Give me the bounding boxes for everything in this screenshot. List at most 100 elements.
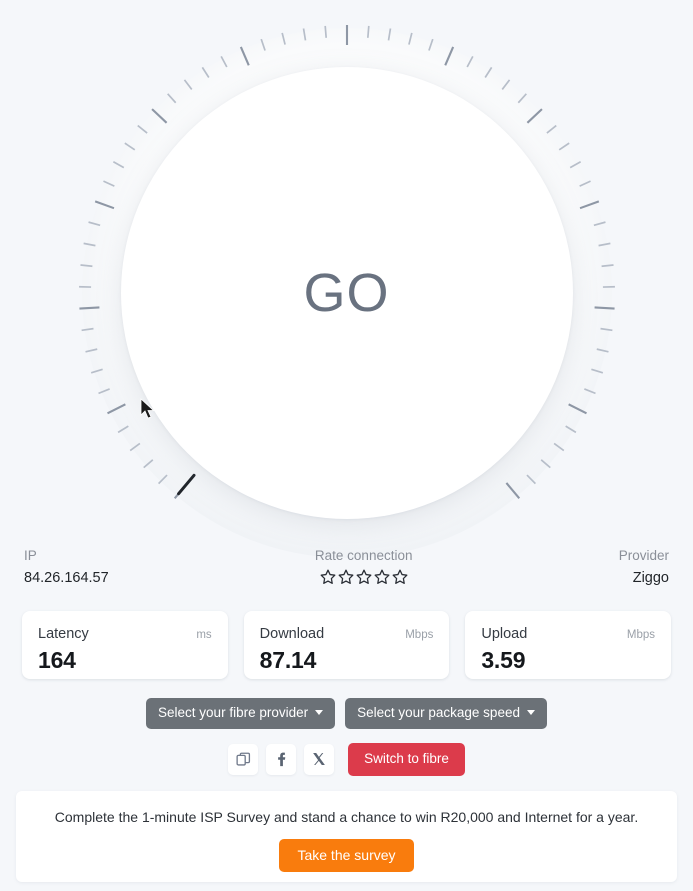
metric-value: 3.59: [481, 647, 526, 673]
gauge-minor-tick: [427, 38, 434, 51]
gauge-minor-tick: [569, 160, 581, 169]
gauge-minor-tick: [601, 264, 614, 268]
gauge-minor-tick: [578, 180, 591, 187]
gauge-minor-tick: [129, 442, 140, 452]
gauge-minor-tick: [366, 25, 370, 38]
metric-label: Download: [259, 626, 325, 642]
gauge-minor-tick: [280, 32, 286, 45]
gauge-minor-tick: [553, 442, 564, 452]
gauge-minor-tick: [590, 368, 603, 374]
metric-unit: ms: [196, 629, 212, 641]
rate-connection-label: Rate connection: [314, 548, 413, 563]
provider-value: Ziggo: [632, 570, 669, 586]
gauge-major-tick: [567, 403, 587, 415]
gauge-minor-tick: [558, 142, 570, 151]
gauge-minor-tick: [136, 124, 148, 134]
metric-card-download: Download Mbps 87.14: [243, 611, 450, 679]
gauge-dial: GO: [67, 13, 627, 573]
metric-card-upload: Upload Mbps 3.59: [465, 611, 672, 679]
facebook-icon: [277, 752, 285, 766]
metric-value: 87.14: [259, 647, 317, 673]
gauge-minor-tick: [80, 327, 94, 332]
share-actions-row: Switch to fibre: [0, 743, 693, 776]
fibre-provider-dropdown[interactable]: Select your fibre provider: [146, 698, 336, 729]
provider-label: Provider: [618, 548, 669, 563]
go-button-label: GO: [303, 263, 390, 323]
rate-connection-block: Rate connection: [109, 546, 619, 585]
gauge-minor-tick: [183, 79, 192, 90]
fibre-selector-row: Select your fibre provider Select your pa…: [0, 698, 693, 729]
gauge-needle: [176, 473, 196, 496]
star-icon[interactable]: [392, 569, 408, 585]
dropdown-label: Select your fibre provider: [158, 705, 309, 720]
gauge-minor-tick: [596, 348, 609, 353]
gauge-minor-tick: [259, 38, 266, 51]
gauge-minor-tick: [593, 221, 606, 227]
star-icon[interactable]: [374, 569, 390, 585]
metric-card-latency: Latency ms 164: [22, 611, 228, 679]
chevron-down-icon: [526, 710, 535, 716]
gauge-minor-tick: [387, 28, 391, 41]
gauge-minor-tick: [117, 425, 129, 434]
isp-survey-banner: Complete the 1-minute ISP Survey and sta…: [16, 791, 677, 882]
star-icon[interactable]: [338, 569, 354, 585]
gauge-minor-tick: [583, 388, 596, 395]
copy-result-button[interactable]: [228, 743, 259, 775]
metric-unit: Mbps: [405, 629, 434, 641]
connection-info-row: IP 84.26.164.57 Rate connection Provider…: [0, 546, 693, 594]
provider-info-block: Provider Ziggo: [619, 546, 669, 588]
metric-card-header: Upload Mbps: [481, 625, 655, 644]
gauge-minor-tick: [166, 93, 176, 104]
gauge-minor-tick: [79, 264, 92, 268]
gauge-minor-tick: [599, 327, 613, 332]
chevron-down-icon: [315, 710, 324, 716]
gauge-minor-tick: [157, 474, 168, 485]
gauge-minor-tick: [123, 142, 135, 151]
gauge-minor-tick: [564, 425, 576, 434]
metric-card-header: Download Mbps: [260, 625, 434, 644]
gauge-major-tick: [505, 482, 520, 499]
speed-test-gauge-area: GO: [0, 0, 693, 558]
switch-to-fibre-button[interactable]: Switch to fibre: [348, 743, 465, 776]
share-facebook-button[interactable]: [266, 743, 297, 775]
gauge-minor-tick: [201, 66, 210, 78]
metric-card-header: Latency ms: [38, 625, 212, 644]
gauge-minor-tick: [517, 93, 527, 104]
gauge-minor-tick: [545, 124, 557, 134]
gauge-minor-tick: [302, 28, 306, 41]
ip-info-block: IP 84.26.164.57: [24, 546, 109, 588]
gauge-major-tick: [78, 306, 99, 310]
gauge-major-tick: [106, 403, 126, 415]
gauge-minor-tick: [483, 66, 492, 78]
x-twitter-icon: [313, 753, 325, 766]
gauge-minor-tick: [90, 368, 103, 374]
take-survey-button[interactable]: Take the survey: [279, 839, 414, 872]
gauge-major-tick: [526, 108, 543, 124]
share-x-button[interactable]: [304, 743, 335, 775]
survey-description: Complete the 1-minute ISP Survey and sta…: [54, 809, 639, 825]
gauge-minor-tick: [112, 160, 124, 169]
gauge-minor-tick: [407, 32, 413, 45]
gauge-major-tick: [150, 108, 167, 124]
metric-label: Latency: [38, 626, 89, 642]
gauge-minor-tick: [102, 180, 115, 187]
go-button[interactable]: GO: [120, 67, 573, 519]
rating-stars[interactable]: [320, 569, 408, 585]
gauge-minor-tick: [501, 79, 510, 90]
star-icon[interactable]: [356, 569, 372, 585]
star-icon[interactable]: [320, 569, 336, 585]
gauge-minor-tick: [87, 221, 100, 227]
gauge-minor-tick: [323, 25, 327, 38]
metric-value: 164: [38, 647, 76, 673]
gauge-major-tick: [94, 200, 114, 210]
gauge-minor-tick: [540, 459, 551, 469]
gauge-minor-tick: [97, 388, 110, 395]
dropdown-label: Select your package speed: [357, 705, 520, 720]
gauge-major-tick: [579, 200, 599, 210]
package-speed-dropdown[interactable]: Select your package speed: [345, 698, 547, 729]
gauge-major-tick: [239, 46, 250, 66]
gauge-major-tick: [594, 306, 615, 310]
gauge-minor-tick: [219, 55, 228, 68]
ip-value: 84.26.164.57: [24, 570, 109, 586]
gauge-minor-tick: [597, 242, 611, 247]
